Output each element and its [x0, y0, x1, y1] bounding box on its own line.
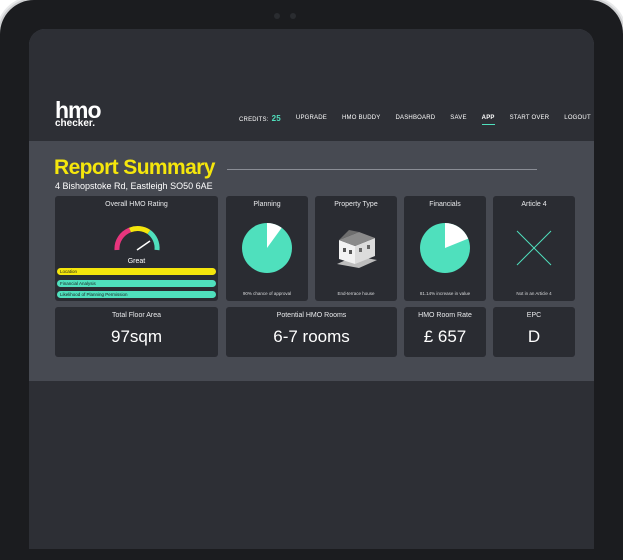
nav-save[interactable]: SAVE	[450, 115, 466, 121]
financials-pie	[420, 223, 470, 273]
rating-bar-financial: Financial Analysis	[57, 280, 216, 287]
card-value: D	[527, 327, 541, 346]
hmo-checker-logo[interactable]: hmo checker.	[55, 99, 102, 129]
nav-start-over[interactable]: START OVER	[510, 115, 550, 121]
card-title: Article 4	[521, 201, 547, 208]
card-title: Total Floor Area	[111, 312, 162, 319]
rating-bar-location: Location	[57, 268, 216, 275]
card-title: Potential HMO Rooms	[276, 312, 347, 319]
card-value: £ 657	[423, 327, 467, 346]
nav-upgrade[interactable]: UPGRADE	[296, 115, 327, 121]
app-screen: hmo checker. CREDITS: 25 UPGRADE HMO BUDD…	[29, 29, 594, 549]
card-financials[interactable]: Financials 81.14% increase in value	[404, 196, 486, 301]
card-title: Property Type	[334, 201, 378, 208]
page-title: Report Summary	[54, 156, 215, 179]
card-overall-rating[interactable]: Overall HMO Rating Great Location Financ…	[55, 196, 218, 301]
card-potential-rooms[interactable]: Potential HMO Rooms 6-7 rooms	[226, 307, 397, 357]
card-title: EPC	[526, 312, 542, 319]
camera-dot	[290, 13, 296, 19]
camera-dot	[274, 13, 280, 19]
card-title: Overall HMO Rating	[105, 201, 168, 208]
title-divider	[227, 169, 537, 170]
credits-value: 25	[271, 113, 281, 123]
card-caption: 81.14% increase in value	[419, 291, 471, 296]
house-image	[337, 230, 377, 268]
card-title: Financials	[429, 201, 461, 208]
property-address: 4 Bishopstoke Rd, Eastleigh SO50 6AE	[55, 181, 213, 191]
nav-dashboard[interactable]: DASHBOARD	[395, 115, 435, 121]
card-article4[interactable]: Article 4 Not in an Article 4	[493, 196, 575, 301]
card-caption: Not in an Article 4	[516, 291, 552, 296]
rating-value: Great	[127, 258, 146, 265]
cross-icon	[516, 230, 552, 266]
nav-hmo-buddy[interactable]: HMO BUDDY	[342, 115, 380, 121]
gauge-icon	[114, 226, 160, 251]
card-floor-area[interactable]: Total Floor Area 97sqm	[55, 307, 218, 357]
nav-logout[interactable]: LOGOUT	[564, 115, 591, 121]
card-value: 6-7 rooms	[273, 327, 350, 346]
logo-line2: checker.	[55, 118, 96, 129]
card-epc[interactable]: EPC D	[493, 307, 575, 357]
card-property-type[interactable]: Property Type End-terrace house	[315, 196, 397, 301]
card-value: 97sqm	[110, 327, 163, 346]
nav-credits: CREDITS: 25	[239, 114, 281, 123]
card-planning[interactable]: Planning 90% chance of approval	[226, 196, 308, 301]
credits-label: CREDITS:	[239, 116, 269, 123]
card-title: HMO Room Rate	[418, 312, 472, 319]
nav-app[interactable]: APP	[481, 115, 495, 125]
camera-bar	[240, 12, 330, 20]
rating-bar-planning: Likelihood of Planning Permission	[57, 291, 216, 298]
card-caption: End-terrace house	[337, 291, 375, 296]
card-title: Planning	[253, 201, 281, 208]
top-nav: CREDITS: 25 UPGRADE HMO BUDDY DASHBOARD S…	[239, 111, 594, 125]
app-header: hmo checker. CREDITS: 25 UPGRADE HMO BUDD…	[29, 29, 594, 141]
card-caption: 90% chance of approval	[242, 291, 292, 296]
tablet-frame: hmo checker. CREDITS: 25 UPGRADE HMO BUDD…	[0, 0, 623, 560]
card-room-rate[interactable]: HMO Room Rate £ 657	[404, 307, 486, 357]
planning-pie	[242, 223, 292, 273]
main-content: hmo checker. CREDITS: 25 UPGRADE HMO BUDD…	[29, 29, 594, 381]
